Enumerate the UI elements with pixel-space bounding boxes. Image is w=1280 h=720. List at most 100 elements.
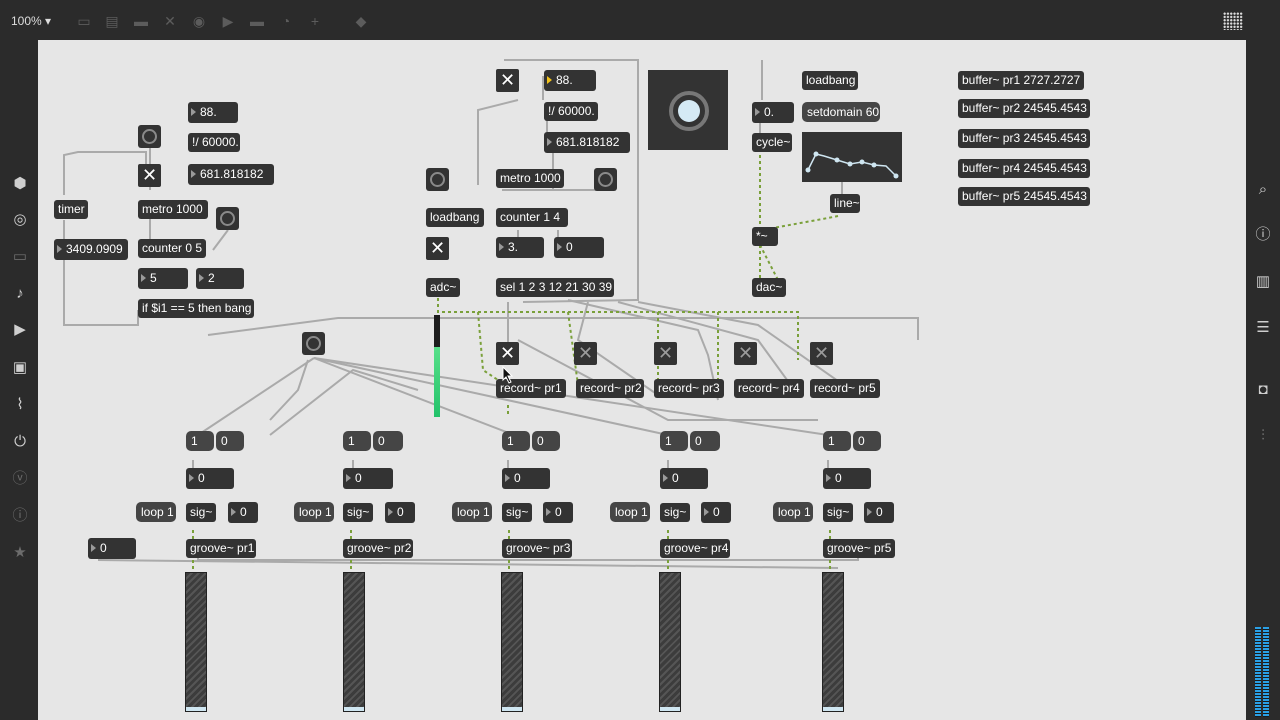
toggle-record[interactable]: ✕	[654, 342, 677, 365]
sig-object[interactable]: sig~	[823, 503, 853, 522]
gain-slider[interactable]	[501, 572, 523, 712]
object-palette-icon[interactable]	[1223, 12, 1243, 30]
loop-message[interactable]: loop 1	[610, 502, 650, 522]
divide-object[interactable]: !/ 60000.	[188, 133, 240, 152]
play-list-icon[interactable]: ▶	[10, 320, 30, 340]
if-object[interactable]: if $i1 == 5 then bang	[138, 299, 254, 318]
patcher-canvas[interactable]: 88. !/ 60000. ✕ 681.818182 timer metro 1…	[38, 40, 1246, 720]
sig-object[interactable]: sig~	[186, 503, 216, 522]
bed-icon[interactable]: ▭	[10, 247, 30, 267]
metro-object[interactable]: metro 1000	[138, 200, 208, 219]
bang-button[interactable]	[594, 168, 617, 191]
gain-slider[interactable]	[343, 572, 365, 712]
loop-message[interactable]: loop 1	[452, 502, 492, 522]
toggle-adc[interactable]: ✕	[426, 237, 449, 260]
sig-object[interactable]: sig~	[343, 503, 373, 522]
target-icon[interactable]: ◎	[10, 210, 30, 230]
record-object[interactable]: record~ pr5	[810, 379, 880, 398]
dial-control[interactable]	[648, 70, 728, 150]
gain-slider[interactable]	[822, 572, 844, 712]
position-number[interactable]: 0	[88, 538, 136, 559]
select-object[interactable]: sel 1 2 3 12 21 30 39	[496, 278, 614, 297]
buffer-object[interactable]: buffer~ pr4 24545.4543	[958, 159, 1090, 178]
count-number[interactable]: 2	[196, 268, 244, 289]
stop-message[interactable]: 0	[216, 431, 244, 451]
play-message[interactable]: 1	[660, 431, 688, 451]
toggle-record[interactable]: ✕	[810, 342, 833, 365]
stop-message[interactable]: 0	[853, 431, 881, 451]
count-number[interactable]: 0	[554, 237, 604, 258]
info-icon[interactable]: ⓘ	[1253, 225, 1273, 245]
record-object[interactable]: record~ pr3	[654, 379, 724, 398]
count-number[interactable]: 5	[138, 268, 188, 289]
gain-slider[interactable]	[185, 572, 207, 712]
sig-number[interactable]: 0	[543, 502, 573, 523]
ms-number[interactable]: 681.818182	[544, 132, 630, 153]
sig-number[interactable]: 0	[864, 502, 894, 523]
toggle-record[interactable]: ✕	[496, 342, 519, 365]
buffer-object[interactable]: buffer~ pr2 24545.4543	[958, 99, 1090, 118]
toggle-metro[interactable]: ✕	[138, 164, 161, 187]
search-icon[interactable]: ⌕	[1253, 180, 1273, 200]
groove-object[interactable]: groove~ pr2	[343, 539, 413, 558]
cycle-object[interactable]: cycle~	[752, 133, 792, 152]
book-icon[interactable]: ▥	[1253, 272, 1273, 292]
buffer-object[interactable]: buffer~ pr1 2727.2727	[958, 71, 1084, 90]
buffer-object[interactable]: buffer~ pr3 24545.4543	[958, 129, 1090, 148]
loop-message[interactable]: loop 1	[136, 502, 176, 522]
tempo-number[interactable]: 88.	[544, 70, 596, 91]
bang-button[interactable]	[426, 168, 449, 191]
sig-number[interactable]: 0	[385, 502, 415, 523]
adc-object[interactable]: adc~	[426, 278, 460, 297]
camera-icon[interactable]: ◘	[1253, 380, 1273, 400]
speed-number[interactable]: 0	[502, 468, 550, 489]
groove-object[interactable]: groove~ pr3	[502, 539, 572, 558]
record-object[interactable]: record~ pr4	[734, 379, 804, 398]
add-object-icon[interactable]: +	[307, 13, 323, 29]
loadbang-object[interactable]: loadbang	[802, 71, 858, 90]
info-circle-icon[interactable]: ⓘ	[10, 506, 30, 526]
divide-object[interactable]: !/ 60000.	[544, 102, 598, 121]
play-message[interactable]: 1	[823, 431, 851, 451]
stop-message[interactable]: 0	[373, 431, 403, 451]
counter-object[interactable]: counter 1 4	[496, 208, 568, 227]
play-message[interactable]: 1	[502, 431, 530, 451]
groove-object[interactable]: groove~ pr4	[660, 539, 730, 558]
vst-icon[interactable]: ⓥ	[10, 469, 30, 489]
timer-output-number[interactable]: 3409.0909	[54, 239, 128, 260]
cube-icon[interactable]: ⬢	[10, 174, 30, 194]
counter-object[interactable]: counter 0 5	[138, 239, 206, 258]
plug-icon[interactable]: ⏻	[10, 432, 30, 452]
line-object[interactable]: line~	[830, 194, 860, 213]
grid-toggle-icon[interactable]: ▤	[104, 13, 120, 29]
stop-message[interactable]: 0	[532, 431, 560, 451]
groove-object[interactable]: groove~ pr1	[186, 539, 256, 558]
bang-button[interactable]	[302, 332, 325, 355]
sig-number[interactable]: 0	[228, 502, 258, 523]
bang-button[interactable]	[138, 125, 161, 148]
mixer-icon[interactable]: ⫶	[1253, 426, 1273, 446]
toggle-record[interactable]: ✕	[734, 342, 757, 365]
play-message[interactable]: 1	[186, 431, 214, 451]
ms-number[interactable]: 681.818182	[188, 164, 274, 185]
play-message[interactable]: 1	[343, 431, 371, 451]
sig-object[interactable]: sig~	[660, 503, 690, 522]
speed-number[interactable]: 0	[186, 468, 234, 489]
record-object[interactable]: record~ pr2	[576, 379, 644, 398]
star-icon[interactable]: ★	[10, 543, 30, 563]
list-icon[interactable]: ☰	[1253, 318, 1273, 338]
dac-object[interactable]: dac~	[752, 278, 786, 297]
speed-number[interactable]: 0	[343, 468, 393, 489]
metro-object[interactable]: metro 1000	[496, 169, 564, 188]
dial-object-icon[interactable]: ◔	[278, 13, 294, 29]
gain-slider[interactable]	[659, 572, 681, 712]
loop-message[interactable]: loop 1	[294, 502, 334, 522]
speed-number[interactable]: 0	[823, 468, 871, 489]
toggle-metro[interactable]: ✕	[496, 69, 519, 92]
multiply-signal-object[interactable]: *~	[752, 227, 778, 246]
play-object-icon[interactable]: ▶	[220, 13, 236, 29]
sig-number[interactable]: 0	[701, 502, 731, 523]
slider-object-icon[interactable]: ▬	[249, 13, 265, 29]
setdomain-message[interactable]: setdomain 60	[802, 102, 880, 122]
comment-icon[interactable]: ▬	[133, 13, 149, 29]
